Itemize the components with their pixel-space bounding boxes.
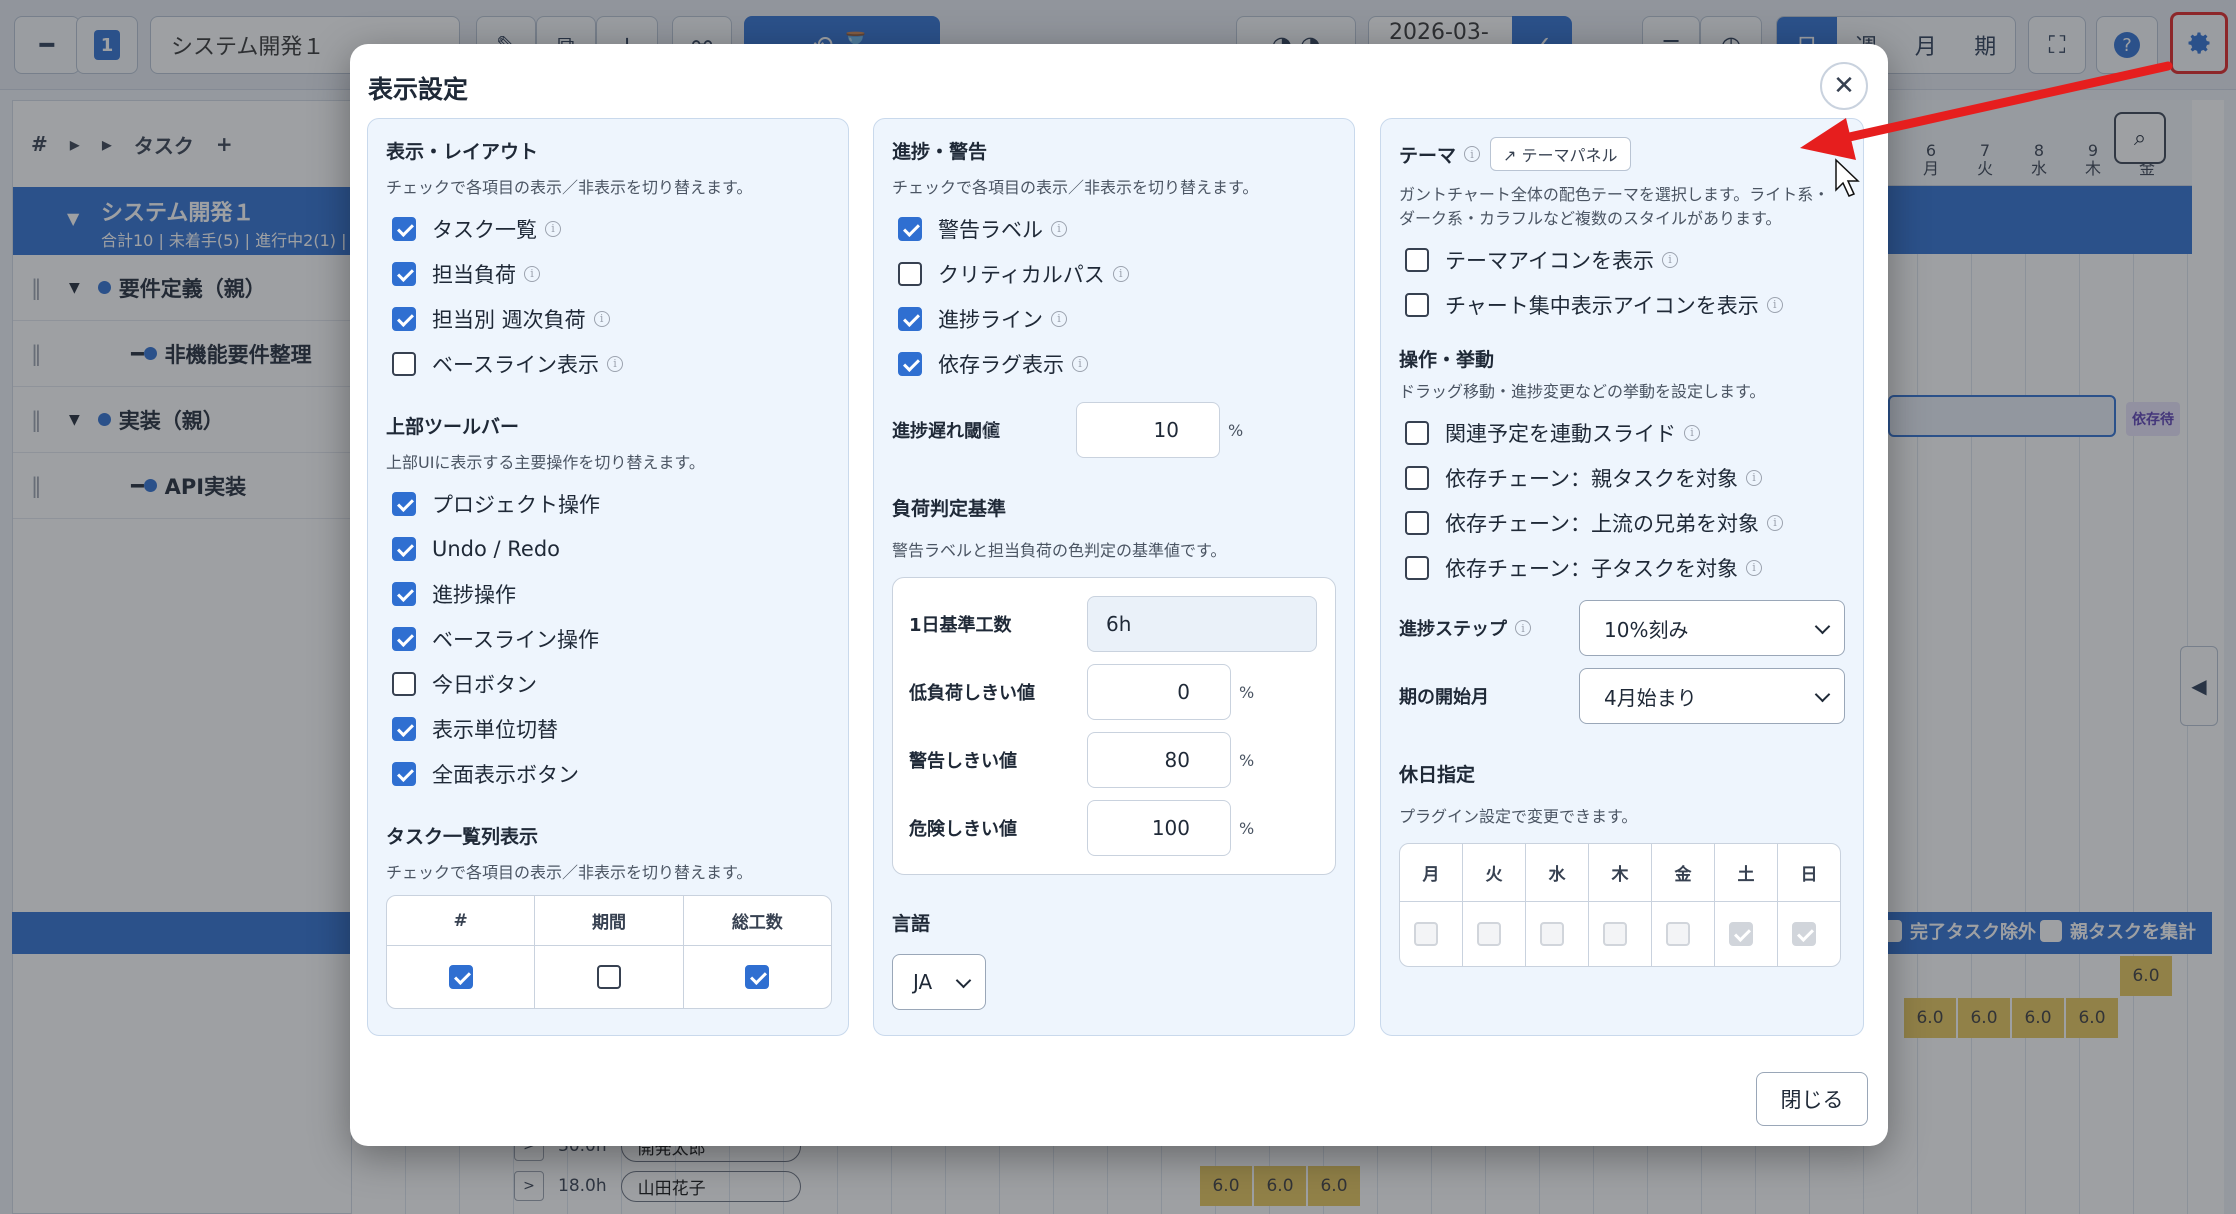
annotation-arrow <box>1800 61 2173 197</box>
cursor-icon <box>1835 158 1860 197</box>
